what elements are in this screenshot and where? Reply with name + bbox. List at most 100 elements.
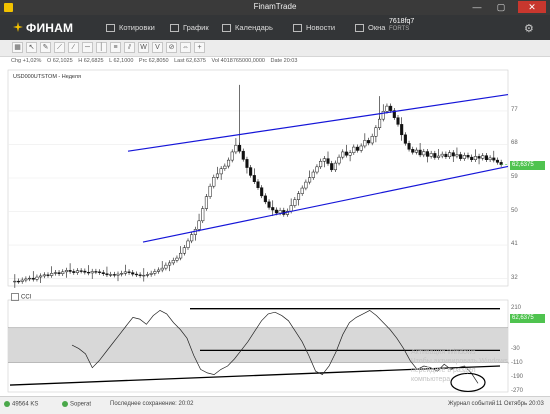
cursor-tool-icon[interactable]: ↖ xyxy=(26,42,37,53)
vline-tool-icon[interactable]: │ xyxy=(96,42,107,53)
candle-body xyxy=(168,262,172,266)
cci-tick-label: -30 xyxy=(511,346,520,353)
candle-body xyxy=(403,134,407,144)
toolbar-chart-button[interactable]: График xyxy=(170,23,209,33)
toolbar-quotes-button[interactable]: Котировки xyxy=(106,23,155,33)
line-tool-icon[interactable]: ∕ xyxy=(68,42,79,53)
candle-body xyxy=(83,270,87,273)
candle-body xyxy=(94,271,98,273)
zoom-fit-icon[interactable]: ⇔ xyxy=(180,42,191,53)
candle-body xyxy=(120,273,124,275)
candle-body xyxy=(105,273,109,276)
candle-body xyxy=(396,117,400,125)
toolbar-quotes-label: Котировки xyxy=(119,23,155,32)
candle-body xyxy=(366,140,371,144)
candle-body xyxy=(61,271,65,274)
gear-icon[interactable]: ⚙ xyxy=(524,22,534,35)
candle-body xyxy=(466,155,470,158)
candle-body xyxy=(344,151,348,156)
erase-tool-icon[interactable]: ⊘ xyxy=(166,42,177,53)
cci-value-badge: 62,6375 xyxy=(510,313,545,323)
candle-body xyxy=(149,273,153,275)
candle-body xyxy=(116,273,120,276)
channel-tool-icon[interactable]: ⫽ xyxy=(124,42,135,53)
candle-body xyxy=(156,269,161,272)
ruler-tool-icon[interactable]: ⟋ xyxy=(54,42,65,53)
candle-body xyxy=(35,276,39,280)
zoom-in-icon[interactable]: + xyxy=(194,42,205,53)
indicator-toggle-icon[interactable] xyxy=(11,293,19,301)
candle-body xyxy=(330,163,334,171)
indicator-header: CCI xyxy=(11,293,31,301)
candle-body xyxy=(429,153,433,157)
watermark-line-4: компьютера xyxy=(411,376,451,383)
candle-body xyxy=(488,157,492,161)
event-log-link[interactable]: Журнал событий xyxy=(448,401,495,407)
candle-body xyxy=(311,171,315,178)
grid-tool-icon[interactable]: ▦ xyxy=(12,42,23,53)
chart-toolbar: ▦ ↖ ✎ ⟋ ∕ ─ │ ≡ ⫽ W V ⊘ ⇔ + xyxy=(0,40,550,57)
candle-body xyxy=(407,143,411,150)
price-tick-label: 50 xyxy=(511,207,518,214)
title-bar: FinamTrade — ▢ ✕ xyxy=(0,0,550,15)
candle-body xyxy=(179,252,183,259)
price-tick-label: 68 xyxy=(511,140,518,147)
candle-body xyxy=(481,155,485,159)
candle-body xyxy=(322,158,326,162)
close-button[interactable]: ✕ xyxy=(518,1,546,13)
candle-body xyxy=(436,155,441,158)
candle-body xyxy=(304,181,308,189)
candle-body xyxy=(201,208,205,222)
maximize-button[interactable]: ▢ xyxy=(490,1,512,13)
candle-body xyxy=(215,173,220,178)
toolbar-news-label: Новости xyxy=(306,23,336,32)
quotes-icon xyxy=(106,24,115,33)
candle-body xyxy=(234,144,238,153)
candle-body xyxy=(134,273,138,276)
candle-body xyxy=(127,271,131,273)
candle-body xyxy=(98,271,102,273)
account-status[interactable]: 7618fq7 FORTS xyxy=(389,18,509,32)
candle-body xyxy=(470,156,474,161)
fib-tool-icon[interactable]: ≡ xyxy=(110,42,121,53)
toolbar-calendar-button[interactable]: Календарь xyxy=(222,23,273,33)
candle-body xyxy=(86,271,91,274)
candle-body xyxy=(31,277,35,280)
calendar-icon xyxy=(222,24,231,33)
status-connection: 49564 KS xyxy=(4,401,38,408)
candle-body xyxy=(355,146,360,151)
candle-body xyxy=(112,274,116,276)
toolbar-windows-button[interactable]: Окна xyxy=(355,23,385,33)
candle-body xyxy=(433,153,437,158)
toolbar-chart-label: График xyxy=(183,23,209,32)
toolbar-news-button[interactable]: Новости xyxy=(293,23,336,33)
candle-body xyxy=(212,177,216,187)
watermark-line-1: Активация Windows xyxy=(411,349,476,356)
wave-tool-icon[interactable]: W xyxy=(138,42,149,53)
candle-body xyxy=(90,271,94,274)
candle-body xyxy=(333,162,337,171)
v-tool-icon[interactable]: V xyxy=(152,42,163,53)
candle-body xyxy=(53,272,57,274)
price-chart[interactable] xyxy=(0,66,550,396)
candle-body xyxy=(484,155,488,161)
hline-tool-icon[interactable]: ─ xyxy=(82,42,93,53)
candle-body xyxy=(459,154,463,159)
candle-body xyxy=(68,270,72,272)
candle-body xyxy=(131,272,135,275)
candle-body xyxy=(418,149,422,156)
server-dot-icon xyxy=(62,401,68,407)
watermark-line-2: Чтобы активировать Windows, xyxy=(411,358,510,365)
candle-body xyxy=(448,152,452,158)
candle-body xyxy=(422,151,426,156)
candle-body xyxy=(50,273,54,276)
minimize-button[interactable]: — xyxy=(466,1,488,13)
candle-body xyxy=(462,155,466,159)
finam-logo-icon xyxy=(13,22,23,32)
ohlc-change: Chg +1,02% xyxy=(11,58,42,64)
pencil-tool-icon[interactable]: ✎ xyxy=(40,42,51,53)
brand-name: ФИНАМ xyxy=(26,21,74,35)
status-bar: 49564 KS Soperat Последнее сохранение: 2… xyxy=(0,396,550,414)
candle-body xyxy=(223,165,227,169)
price-tick-label: 59 xyxy=(511,174,518,180)
